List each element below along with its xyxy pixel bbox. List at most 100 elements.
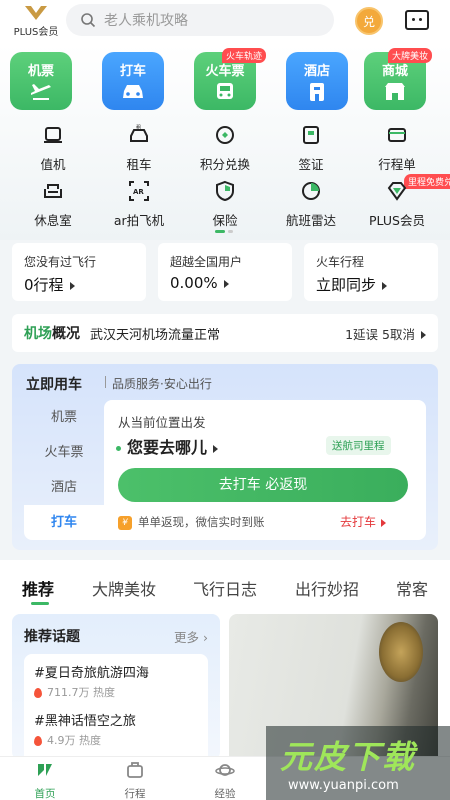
link-lounge-label: 休息室 bbox=[34, 213, 72, 228]
arrow-right-icon bbox=[69, 281, 75, 290]
link-plus-member-label: PLUS会员 bbox=[369, 213, 425, 228]
ride-hailing-panel: 立即用车 品质服务·安心出行 机票 火车票 酒店 打车 从当前位置出发 您要去哪… bbox=[12, 364, 438, 550]
link-flight-radar[interactable]: 航班雷达 bbox=[268, 180, 354, 229]
ride-panel-subtitle: 品质服务·安心出行 bbox=[112, 377, 212, 391]
ar-camera-icon: AR bbox=[129, 181, 149, 201]
watermark-overlay: 元皮下载 www.yuanpi.com bbox=[266, 726, 450, 800]
link-checkin[interactable]: 值机 bbox=[10, 124, 96, 173]
arrow-right-icon bbox=[382, 281, 388, 290]
airport-status-bar[interactable]: 机场概况 武汉天河机场流量正常 1延误 5取消 bbox=[12, 314, 438, 352]
points-exchange-icon bbox=[216, 126, 234, 144]
itinerary-icon bbox=[388, 128, 406, 142]
topic-list: #夏日奇旅航游四海 711.7万 热度 #黑神话悟空之旅 4.9万 热度 bbox=[24, 654, 208, 760]
hotel-icon bbox=[310, 83, 324, 101]
link-ar-plane-label: ar拍飞机 bbox=[113, 213, 165, 228]
arrow-right-icon bbox=[213, 444, 219, 453]
search-placeholder: 老人乘机攻略 bbox=[104, 13, 188, 29]
feed-tab-beauty[interactable]: 大牌美妆 bbox=[92, 576, 156, 600]
quick-links-row-2: 休息室 AR ar拍飞机 保险 航班雷达 里程免费兑 PLUS会员 bbox=[0, 174, 450, 228]
pickup-location[interactable]: 从当前位置出发 bbox=[118, 412, 206, 431]
airplane-icon bbox=[31, 84, 51, 100]
svg-text:AR: AR bbox=[133, 188, 144, 196]
shield-icon bbox=[216, 180, 234, 202]
seat-icon bbox=[44, 127, 62, 143]
stat-train-value: 立即同步 bbox=[316, 276, 377, 294]
topic-heat: 711.7万 热度 bbox=[34, 684, 198, 700]
plus-member-badge: 里程免费兑 bbox=[404, 174, 450, 189]
stat-train-title: 火车行程 bbox=[316, 255, 365, 269]
nav-home[interactable]: 首页 bbox=[15, 761, 75, 800]
link-plus-member[interactable]: 里程免费兑 PLUS会员 bbox=[354, 174, 450, 229]
taxi-booking-card: 从当前位置出发 您要去哪儿 送航司里程 去打车 必返现 ¥ 单单返现，微信实时到账… bbox=[104, 400, 426, 540]
topic-item[interactable]: #夏日奇旅航游四海 711.7万 热度 bbox=[34, 662, 198, 700]
radar-icon bbox=[302, 182, 320, 200]
points-exchange-button[interactable]: 兑 bbox=[355, 7, 383, 35]
booking-tabs: 机票 火车票 酒店 打车 bbox=[24, 400, 104, 542]
visa-icon bbox=[303, 126, 319, 144]
home-icon bbox=[38, 764, 52, 776]
tile-train[interactable]: 火车轨迹 火车票 bbox=[194, 48, 266, 110]
tab-hotel[interactable]: 酒店 bbox=[24, 470, 104, 505]
link-car-rental[interactable]: 租 租车 bbox=[96, 124, 182, 173]
stat-card-flights[interactable]: 您没有过飞行 0行程 bbox=[12, 243, 146, 301]
page-indicator bbox=[215, 230, 235, 234]
feed-tab-frequent[interactable]: 常客 bbox=[396, 576, 428, 600]
search-icon bbox=[81, 13, 96, 28]
link-visa-label: 签证 bbox=[298, 157, 324, 172]
link-flight-radar-label: 航班雷达 bbox=[285, 213, 336, 228]
arrow-right-icon bbox=[223, 279, 229, 288]
link-visa[interactable]: 签证 bbox=[268, 124, 354, 173]
stat-flights-title: 您没有过飞行 bbox=[24, 255, 97, 269]
topic-item[interactable]: #黑神话悟空之旅 4.9万 热度 bbox=[34, 710, 198, 748]
car-icon bbox=[123, 85, 143, 98]
nav-experience[interactable]: 经验 bbox=[195, 761, 255, 800]
feed-tab-recommend[interactable]: 推荐 bbox=[22, 576, 54, 600]
search-bar[interactable]: 老人乘机攻略 bbox=[66, 4, 334, 36]
stat-card-ranking[interactable]: 超越全国用户 0.00% bbox=[158, 243, 292, 301]
rebate-info: ¥ 单单返现，微信实时到账 bbox=[118, 514, 265, 530]
svg-text:租: 租 bbox=[136, 124, 141, 131]
nav-home-label: 首页 bbox=[34, 788, 56, 800]
link-car-rental-label: 租车 bbox=[126, 157, 152, 172]
nav-trips[interactable]: 行程 bbox=[105, 761, 165, 800]
tile-mall[interactable]: 大牌美妆 商城 bbox=[364, 48, 432, 110]
tab-taxi[interactable]: 打车 bbox=[24, 505, 104, 540]
location-dot-icon bbox=[116, 446, 121, 451]
feed-tab-travel-tips[interactable]: 出行妙招 bbox=[295, 576, 359, 600]
tab-flight[interactable]: 机票 bbox=[24, 400, 104, 435]
train-icon bbox=[217, 83, 233, 99]
ride-panel-title: 立即用车 bbox=[26, 377, 82, 393]
more-topics-link[interactable]: 更多 › bbox=[174, 627, 208, 646]
link-points-exchange[interactable]: 积分兑换 bbox=[182, 124, 268, 173]
mileage-tag: 送航司里程 bbox=[326, 436, 391, 455]
airport-status-text: 武汉天河机场流量正常 bbox=[90, 327, 221, 343]
tile-taxi[interactable]: 打车 bbox=[102, 52, 164, 110]
topic-name: #黑神话悟空之旅 bbox=[34, 714, 136, 729]
topic-name: #夏日奇旅航游四海 bbox=[34, 666, 149, 681]
fire-icon bbox=[34, 736, 42, 746]
arrow-right-icon bbox=[381, 518, 387, 527]
tile-taxi-label: 打车 bbox=[119, 64, 146, 79]
go-taxi-link[interactable]: 去打车 bbox=[340, 513, 387, 530]
tile-hotel[interactable]: 酒店 bbox=[286, 52, 348, 110]
suitcase-icon bbox=[127, 762, 143, 778]
destination-input[interactable]: 您要去哪儿 bbox=[116, 434, 219, 458]
book-taxi-button[interactable]: 去打车 必返现 bbox=[118, 468, 408, 502]
stat-ranking-title: 超越全国用户 bbox=[170, 255, 243, 269]
link-points-exchange-label: 积分兑换 bbox=[199, 157, 250, 172]
quick-links-row-1: 值机 租 租车 积分兑换 签证 行程单 bbox=[0, 124, 450, 172]
plus-membership-button[interactable]: PLUS会员 bbox=[10, 4, 62, 40]
plus-label: PLUS会员 bbox=[13, 27, 59, 38]
link-ar-plane[interactable]: AR ar拍飞机 bbox=[96, 180, 182, 229]
stat-card-train[interactable]: 火车行程 立即同步 bbox=[304, 243, 438, 301]
link-insurance[interactable]: 保险 bbox=[182, 180, 268, 229]
active-tab-indicator bbox=[31, 602, 49, 605]
message-icon[interactable] bbox=[405, 10, 429, 30]
tile-flight[interactable]: 机票 bbox=[10, 52, 72, 110]
tab-train[interactable]: 火车票 bbox=[24, 435, 104, 470]
link-lounge[interactable]: 休息室 bbox=[10, 180, 96, 229]
tile-train-badge: 火车轨迹 bbox=[221, 48, 266, 63]
feed-tab-flight-log[interactable]: 飞行日志 bbox=[193, 576, 257, 600]
airplane-window-image bbox=[379, 622, 423, 682]
link-itinerary[interactable]: 行程单 bbox=[354, 124, 440, 173]
